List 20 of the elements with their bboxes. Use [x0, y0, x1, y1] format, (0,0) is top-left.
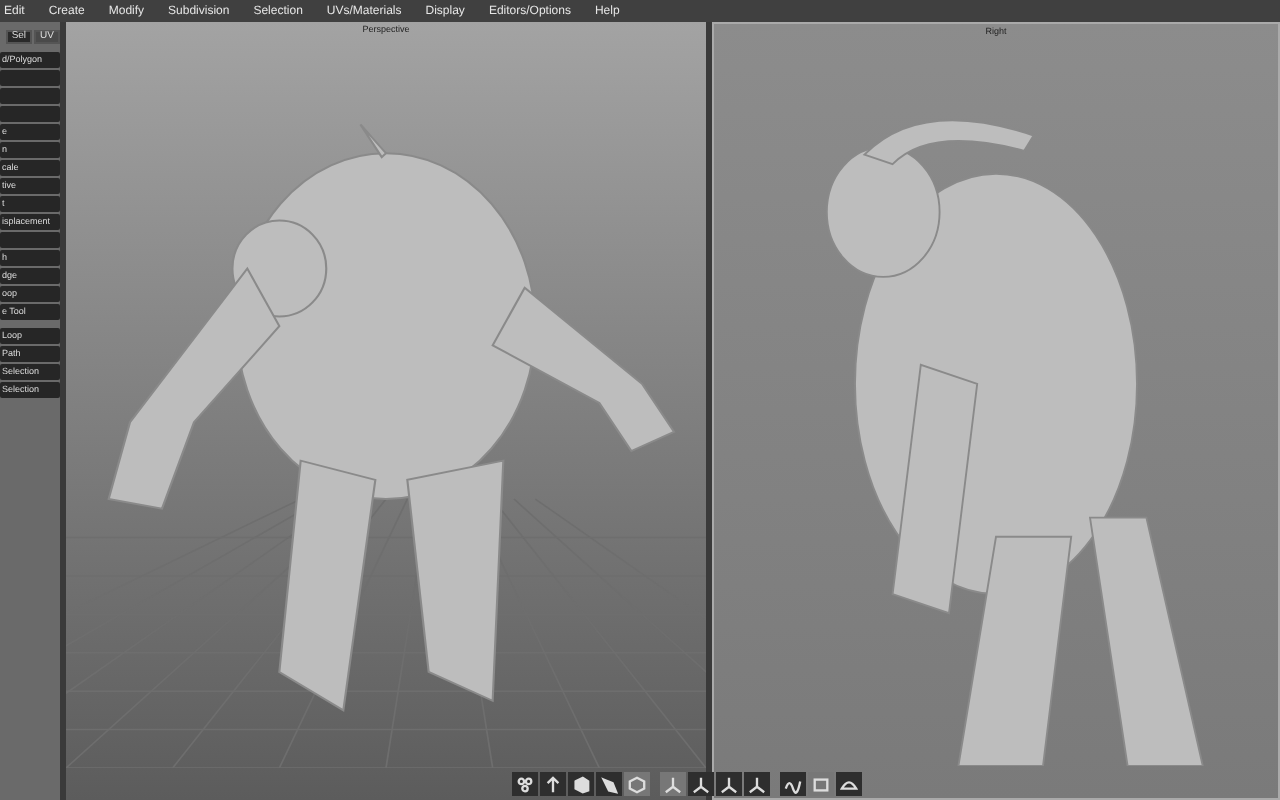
tool-icon-button[interactable]: [744, 772, 770, 796]
hexagon-icon: [628, 775, 646, 793]
tool-icon-button[interactable]: [512, 772, 538, 796]
tool-icon-button[interactable]: [540, 772, 566, 796]
wave-icon: [784, 775, 802, 793]
arrow-icon: [544, 775, 562, 793]
tool-icon-button[interactable]: [568, 772, 594, 796]
axes-icon: [748, 775, 766, 793]
tool-icon-button[interactable]: [596, 772, 622, 796]
axes-icon: [692, 775, 710, 793]
square-icon: [812, 775, 830, 793]
dots-icon: [516, 775, 534, 793]
tool-icon-button[interactable]: [836, 772, 862, 796]
tool-icon-button[interactable]: [716, 772, 742, 796]
cube-icon: [572, 775, 590, 793]
dome-icon: [840, 775, 858, 793]
tool-icon-button[interactable]: [780, 772, 806, 796]
axes-icon: [664, 775, 682, 793]
axes-icon: [720, 775, 738, 793]
tool-icon-button[interactable]: [688, 772, 714, 796]
